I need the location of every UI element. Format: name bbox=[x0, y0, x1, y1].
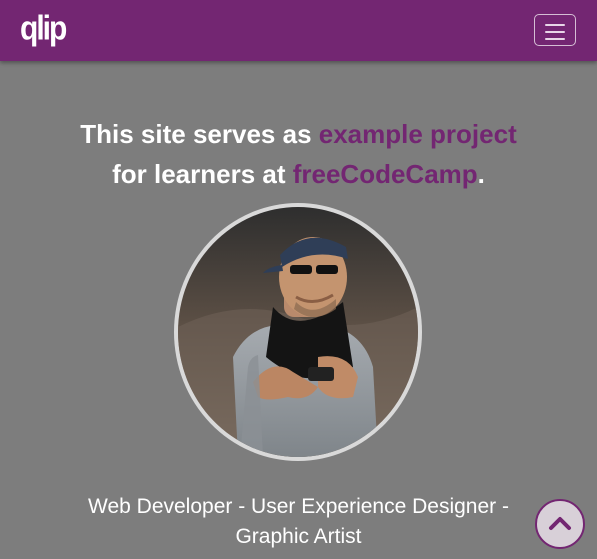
intro-period: . bbox=[477, 159, 485, 189]
scroll-to-top-button[interactable] bbox=[535, 499, 585, 549]
avatar bbox=[178, 207, 418, 457]
intro-line-1: This site serves as example project bbox=[0, 114, 597, 154]
navbar: qlip bbox=[0, 0, 597, 61]
example-project-link[interactable]: example project bbox=[319, 119, 517, 149]
tagline-line-2: Graphic Artist bbox=[235, 525, 362, 548]
chevron-up-icon bbox=[549, 517, 571, 530]
intro-text: This site serves as bbox=[80, 119, 319, 149]
avatar-frame bbox=[174, 203, 422, 461]
tagline-line-1: Web Developer - User Experience Designer… bbox=[88, 495, 509, 518]
hamburger-menu-icon bbox=[545, 24, 565, 45]
menu-toggle-button[interactable] bbox=[534, 14, 576, 46]
freecodecamp-link[interactable]: freeCodeCamp bbox=[293, 159, 478, 189]
intro-line-2: for learners at freeCodeCamp. bbox=[0, 154, 597, 194]
brand-logo[interactable]: qlip bbox=[20, 11, 67, 47]
profile-tagline: Web Developer - User Experience Designer… bbox=[0, 492, 597, 552]
intro-heading: This site serves as example project for … bbox=[0, 114, 597, 194]
intro-text: for learners at bbox=[112, 159, 293, 189]
